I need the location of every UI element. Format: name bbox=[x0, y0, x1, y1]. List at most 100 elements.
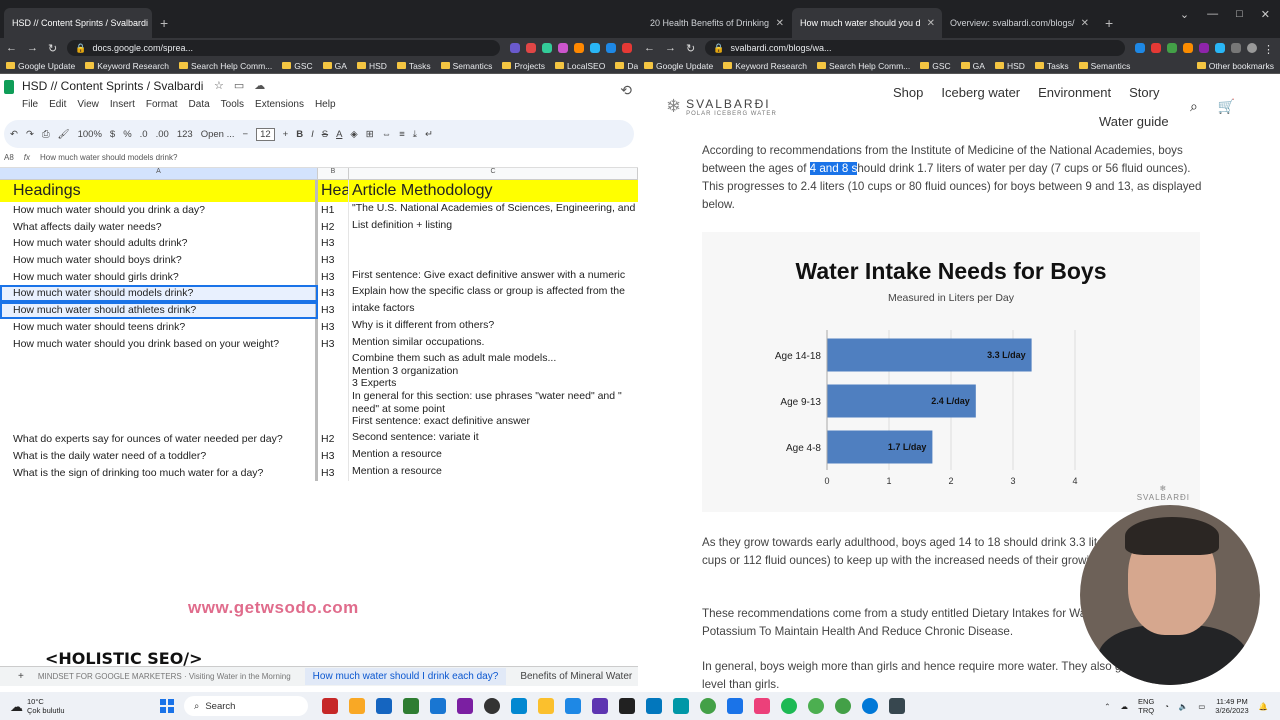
heading-level-cell[interactable]: H3 bbox=[318, 302, 349, 319]
paint-format-icon[interactable]: 🖌 bbox=[58, 129, 70, 140]
bookmark[interactable]: GSC bbox=[282, 61, 313, 71]
app-icon[interactable] bbox=[538, 698, 554, 714]
tab-sheets[interactable]: HSD // Content Sprints / Svalbardi ✕ bbox=[4, 8, 152, 38]
bookmark[interactable]: Search Help Comm... bbox=[817, 61, 910, 71]
menu-edit[interactable]: Edit bbox=[49, 99, 66, 110]
extension-icon[interactable] bbox=[1167, 43, 1177, 53]
close-window-icon[interactable]: ✕ bbox=[1261, 8, 1270, 21]
zoom-select[interactable]: 100% bbox=[78, 129, 102, 140]
bookmark[interactable]: Tasks bbox=[396, 61, 431, 71]
menu-view[interactable]: View bbox=[77, 99, 99, 110]
menu-data[interactable]: Data bbox=[189, 99, 210, 110]
heading-cell[interactable]: What is the sign of drinking too much wa… bbox=[0, 464, 318, 482]
wrap-icon[interactable]: ↵ bbox=[425, 129, 433, 140]
redo-icon[interactable]: ↷ bbox=[26, 129, 34, 140]
extension-icon[interactable] bbox=[606, 43, 616, 53]
methodology-cell[interactable]: Mention a resource bbox=[349, 465, 638, 482]
extension-icon[interactable] bbox=[574, 43, 584, 53]
undo-icon[interactable]: ↶ bbox=[10, 129, 18, 140]
heading-level-cell[interactable]: H3 bbox=[318, 335, 349, 353]
menu-format[interactable]: Format bbox=[146, 99, 178, 110]
move-folder-icon[interactable]: ▭ bbox=[234, 79, 244, 92]
font-size-decrease-icon[interactable]: − bbox=[243, 129, 249, 140]
nav-environment[interactable]: Environment bbox=[1038, 85, 1111, 100]
extension-icon[interactable] bbox=[1135, 43, 1145, 53]
app-icon[interactable] bbox=[754, 698, 770, 714]
extension-icon[interactable] bbox=[542, 43, 552, 53]
extension-icon[interactable] bbox=[510, 43, 520, 53]
nav-water-guide[interactable]: Water guide bbox=[1099, 114, 1169, 129]
close-icon[interactable]: ✕ bbox=[770, 18, 784, 29]
extension-icon[interactable] bbox=[526, 43, 536, 53]
methodology-cell[interactable]: First sentence: Give exact definitive an… bbox=[349, 269, 638, 286]
wifi-icon[interactable]: ◔ bbox=[1164, 702, 1169, 711]
taskbar-search[interactable]: ⌕ Search bbox=[184, 696, 308, 716]
language-indicator[interactable]: ENG TRQ bbox=[1138, 697, 1154, 715]
app-icon[interactable] bbox=[457, 698, 473, 714]
heading-cell[interactable]: What do experts say for ounces of water … bbox=[0, 431, 318, 448]
app-icon[interactable] bbox=[430, 698, 446, 714]
star-icon[interactable]: ☆ bbox=[214, 79, 224, 92]
methodology-cell[interactable]: Mention similar occupations. bbox=[349, 336, 638, 353]
column-header-a[interactable]: A bbox=[0, 168, 318, 179]
font-select[interactable]: Open ... bbox=[201, 129, 235, 140]
bookmark[interactable]: Keyword Research bbox=[85, 61, 169, 71]
methodology-cell[interactable]: "The U.S. National Academies of Sciences… bbox=[349, 202, 638, 219]
methodology-cell[interactable] bbox=[349, 252, 638, 269]
menu-file[interactable]: File bbox=[22, 99, 38, 110]
bookmark[interactable]: Tasks bbox=[1034, 61, 1069, 71]
file-explorer-icon[interactable] bbox=[349, 698, 365, 714]
heading-cell[interactable]: What affects daily water needs? bbox=[0, 218, 318, 236]
weather-widget[interactable]: ☁ 10°C Çok bulutlu bbox=[0, 697, 150, 715]
history-icon[interactable]: ⟲ bbox=[620, 82, 632, 99]
sheet-tab[interactable]: Benefits of Mineral Water bbox=[520, 671, 632, 682]
document-title[interactable]: HSD // Content Sprints / Svalbardi bbox=[22, 79, 203, 93]
puzzle-icon[interactable] bbox=[1231, 43, 1241, 53]
percent-button[interactable]: % bbox=[123, 129, 131, 140]
increase-decimal-button[interactable]: .00 bbox=[156, 129, 169, 140]
decrease-decimal-button[interactable]: .0 bbox=[140, 129, 148, 140]
cart-icon[interactable]: 🛒 bbox=[1218, 98, 1235, 115]
bookmark[interactable]: Semantics bbox=[440, 61, 492, 71]
heading-level-cell[interactable]: H1 bbox=[318, 202, 349, 219]
borders-icon[interactable]: ⊞ bbox=[366, 129, 374, 140]
heading-cell[interactable]: How much water should teens drink? bbox=[0, 318, 318, 336]
heading-level-cell[interactable]: H3 bbox=[318, 447, 349, 465]
heading-level-cell[interactable]: H3 bbox=[318, 285, 349, 303]
app-icon[interactable] bbox=[376, 698, 392, 714]
print-icon[interactable]: ⎙ bbox=[42, 129, 50, 140]
heading-cell[interactable]: How much water should you drink based on… bbox=[0, 335, 318, 353]
minimize-icon[interactable]: — bbox=[1207, 8, 1218, 21]
menu-extensions[interactable]: Extensions bbox=[255, 99, 304, 110]
forward-icon[interactable]: → bbox=[27, 42, 38, 54]
header-cell-methodology[interactable]: Article Methodology bbox=[349, 180, 638, 202]
extension-icon[interactable] bbox=[1151, 43, 1161, 53]
header-cell-headings[interactable]: Headings bbox=[0, 180, 318, 202]
heading-level-cell[interactable]: H3 bbox=[318, 235, 349, 253]
extension-icon[interactable] bbox=[622, 43, 632, 53]
extension-icon[interactable] bbox=[558, 43, 568, 53]
italic-icon[interactable]: I bbox=[311, 129, 314, 140]
tab-overview[interactable]: Overview: svalbardi.com/blogs/✕ bbox=[942, 8, 1097, 38]
heading-cell[interactable]: How much water should you drink a day? bbox=[0, 202, 318, 219]
cloud-icon[interactable]: ☁ bbox=[1121, 702, 1129, 711]
bookmark-other[interactable]: Other bookmarks bbox=[1196, 61, 1274, 71]
valign-icon[interactable]: ⤓ bbox=[413, 129, 417, 140]
address-bar[interactable]: 🔒 docs.google.com/sprea... bbox=[67, 40, 500, 56]
bookmark[interactable]: Google Update bbox=[6, 61, 75, 71]
search-icon[interactable]: ⌕ bbox=[1190, 98, 1198, 115]
sheet-tab-active[interactable]: How much water should I drink each day? bbox=[304, 668, 507, 685]
font-size-input[interactable]: 12 bbox=[256, 127, 275, 141]
extension-icon[interactable] bbox=[1215, 43, 1225, 53]
battery-icon[interactable]: ▭ bbox=[1198, 702, 1205, 711]
table-cell-multiline[interactable]: Combine them such as adult male models..… bbox=[349, 352, 638, 431]
address-bar[interactable]: 🔒 svalbardi.com/blogs/wa... bbox=[705, 40, 1125, 56]
profile-icon[interactable] bbox=[1247, 43, 1257, 53]
app-icon[interactable] bbox=[727, 698, 743, 714]
methodology-cell[interactable]: List definition + listing bbox=[349, 219, 638, 236]
tab-health-benefits[interactable]: 20 Health Benefits of Drinking ✕ bbox=[642, 8, 792, 38]
app-icon[interactable] bbox=[889, 698, 905, 714]
reload-icon[interactable]: ↻ bbox=[48, 42, 57, 55]
close-icon[interactable]: ✕ bbox=[921, 18, 935, 29]
heading-level-cell[interactable]: H3 bbox=[318, 268, 349, 286]
